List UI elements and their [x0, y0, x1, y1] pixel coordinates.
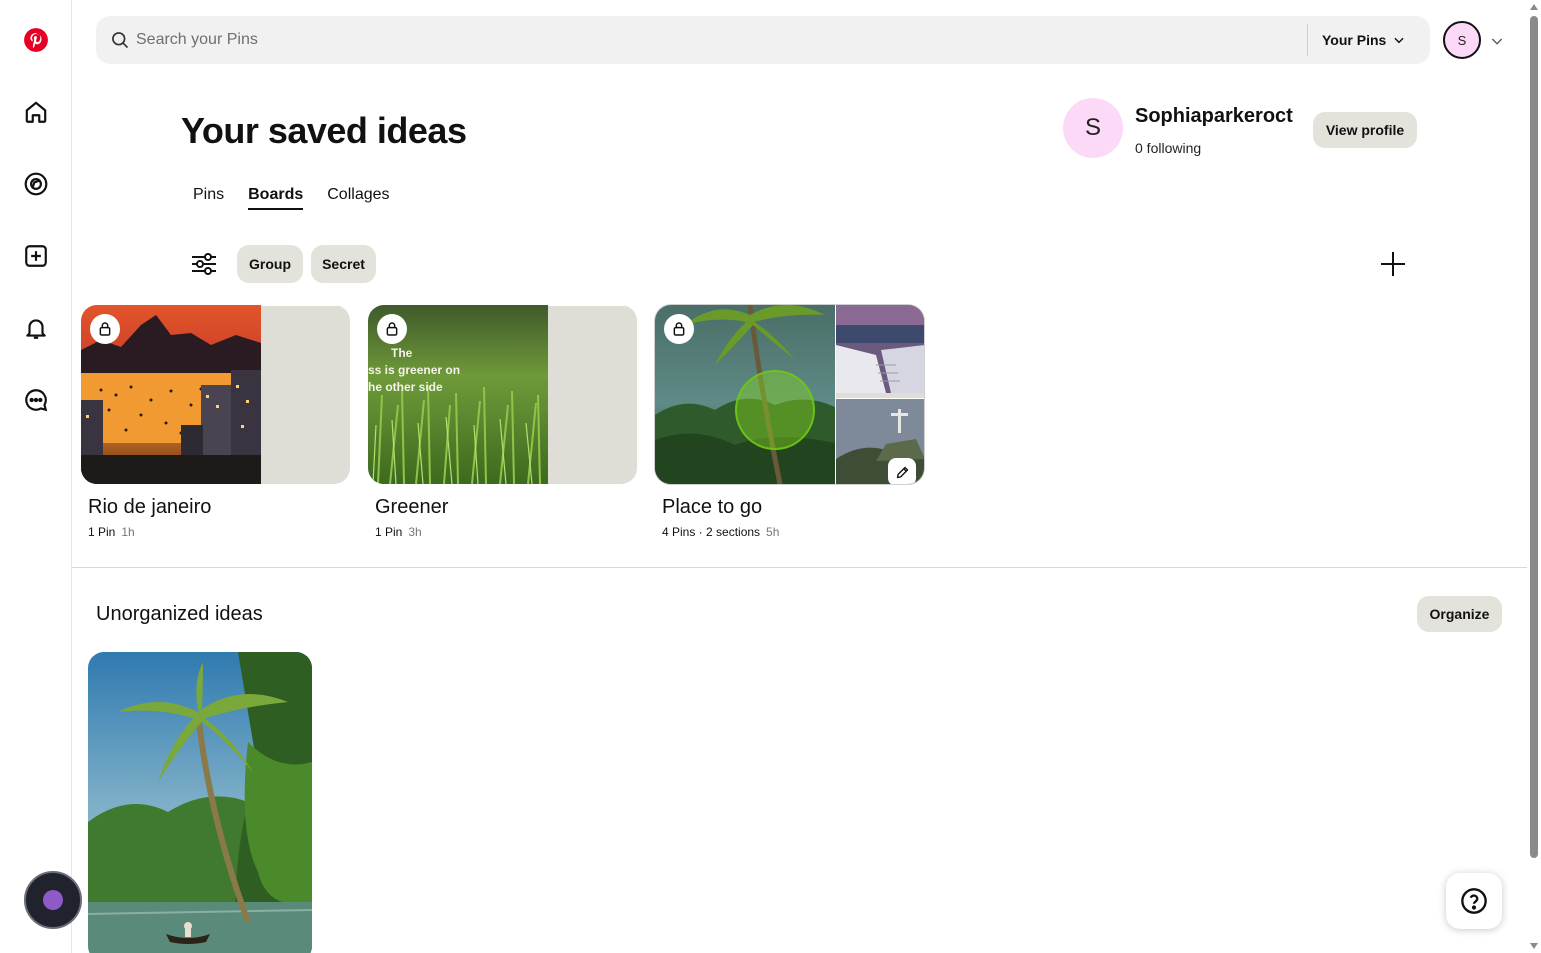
- board-cover-placeholder: [549, 305, 637, 306]
- left-rail: [0, 0, 72, 953]
- board-name: Greener: [375, 496, 449, 518]
- board-meta: 1 Pin 3h: [375, 525, 637, 539]
- question-mark-icon: [1461, 888, 1487, 914]
- search-input[interactable]: [136, 16, 1296, 64]
- board-age: 3h: [408, 525, 422, 539]
- page-scrollbar[interactable]: [1527, 0, 1539, 953]
- profile-initial: S: [1084, 114, 1101, 141]
- board-cover[interactable]: [655, 305, 924, 484]
- caption-line: ss is greener on: [368, 363, 461, 377]
- pin-image: [88, 652, 312, 953]
- account-avatar[interactable]: S: [1443, 21, 1481, 59]
- board-cover-image: [81, 305, 261, 484]
- search-scope-dropdown[interactable]: Your Pins: [1322, 16, 1406, 64]
- create-icon[interactable]: [12, 232, 60, 280]
- board-age: 5h: [766, 525, 780, 539]
- scroll-down-arrow[interactable]: [1530, 943, 1538, 949]
- caption-line: The: [391, 346, 413, 360]
- edit-board-button[interactable]: [888, 458, 916, 484]
- board-cover-thumb: [836, 305, 924, 399]
- messages-icon[interactable]: [12, 376, 60, 424]
- board-name: Rio de janeiro: [88, 496, 212, 518]
- notifications-icon[interactable]: [12, 304, 60, 352]
- board-card-place-to-go[interactable]: Place to go 4 Pins · 2 sections 5h: [655, 305, 924, 539]
- pinterest-logo-icon[interactable]: [12, 16, 60, 64]
- board-meta: 1 Pin 1h: [88, 525, 350, 539]
- view-profile-button[interactable]: View profile: [1313, 112, 1417, 148]
- tab-pins[interactable]: Pins: [193, 186, 224, 210]
- page-title: Your saved ideas: [181, 110, 467, 151]
- board-pin-count: 4 Pins · 2 sections: [662, 525, 761, 539]
- home-icon[interactable]: [12, 88, 60, 136]
- board-cover-image: [655, 305, 835, 484]
- chevron-down-icon: [1394, 37, 1404, 44]
- help-button[interactable]: [1446, 873, 1502, 929]
- search-scope-label: Your Pins: [1322, 32, 1387, 48]
- assistant-dot-icon: [43, 890, 63, 910]
- search-icon: [112, 32, 129, 49]
- pencil-icon: [896, 466, 908, 478]
- following-count[interactable]: 0 following: [1135, 140, 1201, 156]
- account-menu-chevron-icon[interactable]: [1489, 33, 1505, 49]
- board-cover-thumb: [836, 399, 924, 484]
- search-bar: Your Pins: [96, 16, 1430, 64]
- profile-name[interactable]: Sophiaparkeroct: [1135, 105, 1293, 128]
- assistant-bubble[interactable]: [24, 871, 82, 929]
- filter-chip-group[interactable]: Group: [237, 245, 303, 283]
- search-divider: [1307, 24, 1308, 56]
- scroll-up-arrow[interactable]: [1530, 4, 1538, 10]
- lock-icon: [90, 314, 120, 344]
- board-card-greener[interactable]: The ss is greener on he other side Green…: [368, 305, 637, 539]
- board-cover[interactable]: The ss is greener on he other side: [368, 305, 637, 484]
- unorganized-ideas-title: Unorganized ideas: [96, 603, 263, 625]
- tab-bar: Pins Boards Collages: [193, 186, 390, 210]
- profile-avatar[interactable]: S: [1063, 98, 1123, 158]
- board-cover-image: The ss is greener on he other side: [368, 305, 548, 484]
- account-initial: S: [1457, 32, 1467, 48]
- filter-sliders-icon[interactable]: [189, 250, 219, 278]
- board-meta: 4 Pins · 2 sections 5h: [662, 525, 924, 539]
- board-cover-placeholder: [262, 305, 350, 306]
- board-cover-side: [548, 305, 637, 306]
- create-board-plus-icon[interactable]: [1377, 248, 1409, 280]
- pin-card[interactable]: [88, 652, 312, 953]
- tab-boards[interactable]: Boards: [248, 186, 304, 210]
- caption-line: he other side: [368, 380, 443, 394]
- board-name: Place to go: [662, 496, 763, 518]
- organize-button[interactable]: Organize: [1417, 596, 1502, 632]
- board-cover-side: [835, 305, 924, 484]
- board-cover-caption: The ss is greener on he other side: [368, 345, 548, 396]
- explore-icon[interactable]: [12, 160, 60, 208]
- lock-icon: [377, 314, 407, 344]
- board-cover-side: [261, 305, 350, 306]
- lock-icon: [664, 314, 694, 344]
- section-divider: [72, 567, 1527, 568]
- cursor-highlight: [735, 370, 815, 450]
- board-pin-count: 1 Pin: [88, 525, 116, 539]
- filter-chip-secret[interactable]: Secret: [311, 245, 376, 283]
- tab-collages[interactable]: Collages: [327, 186, 389, 210]
- board-card-rio[interactable]: Rio de janeiro 1 Pin 1h: [81, 305, 350, 539]
- board-pin-count: 1 Pin: [375, 525, 403, 539]
- board-age: 1h: [121, 525, 135, 539]
- board-cover[interactable]: [81, 305, 350, 484]
- scroll-thumb[interactable]: [1530, 16, 1538, 858]
